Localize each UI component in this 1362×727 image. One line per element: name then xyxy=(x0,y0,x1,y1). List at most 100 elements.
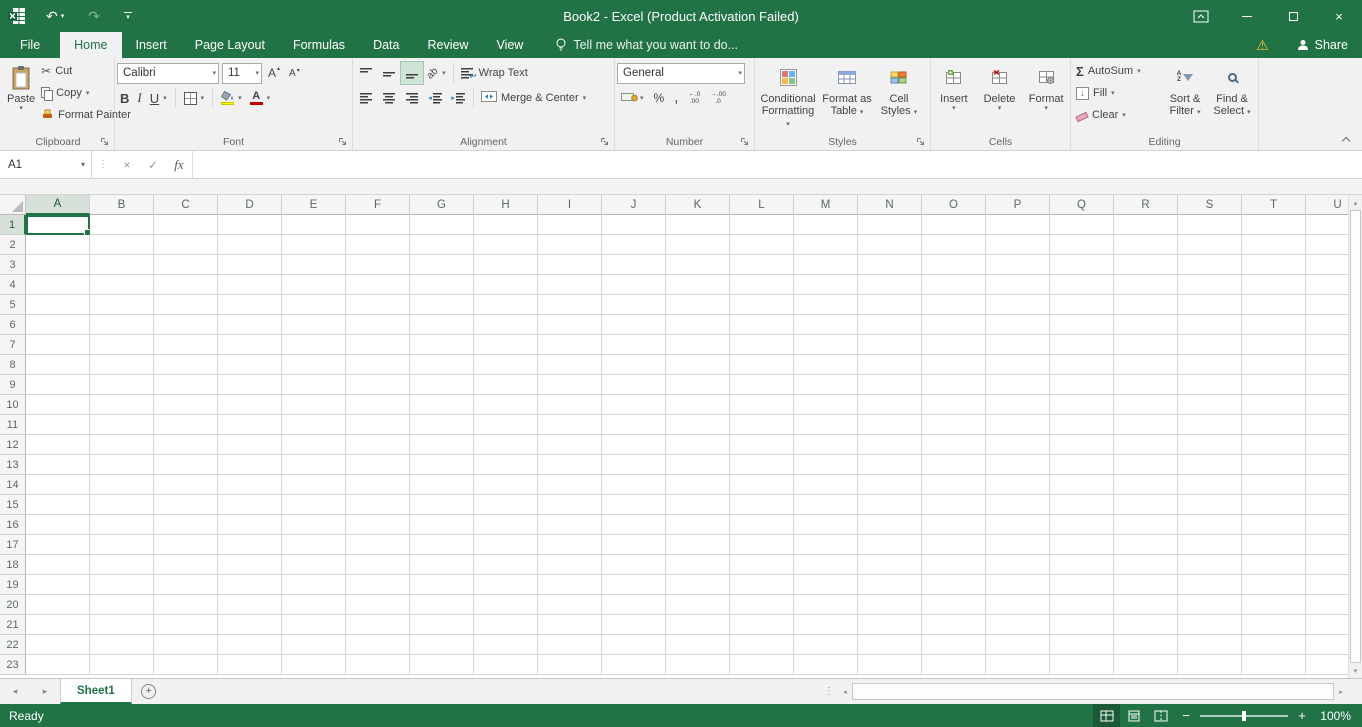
merge-center-button[interactable]: Merge & Center ▾ xyxy=(478,87,589,109)
cell-N16[interactable] xyxy=(858,515,922,535)
cell-L18[interactable] xyxy=(730,555,794,575)
column-header-K[interactable]: K xyxy=(666,195,730,215)
font-size-select[interactable]: 11 ▾ xyxy=(222,62,262,84)
cell-D1[interactable] xyxy=(218,215,282,235)
cell-D15[interactable] xyxy=(218,495,282,515)
cell-O13[interactable] xyxy=(922,455,986,475)
cell-Q18[interactable] xyxy=(1050,555,1114,575)
cell-P2[interactable] xyxy=(986,235,1050,255)
cell-P9[interactable] xyxy=(986,375,1050,395)
cell-Q23[interactable] xyxy=(1050,655,1114,675)
cell-A1[interactable] xyxy=(26,215,91,236)
cell-I1[interactable] xyxy=(538,215,602,235)
cell-R4[interactable] xyxy=(1114,275,1178,295)
bold-button[interactable]: B xyxy=(117,87,132,109)
cell-G6[interactable] xyxy=(410,315,474,335)
row-header-14[interactable]: 14 xyxy=(0,475,26,495)
cell-P18[interactable] xyxy=(986,555,1050,575)
cell-P13[interactable] xyxy=(986,455,1050,475)
share-button[interactable]: Share xyxy=(1283,32,1362,58)
cell-J14[interactable] xyxy=(602,475,666,495)
cell-N2[interactable] xyxy=(858,235,922,255)
cell-M4[interactable] xyxy=(794,275,858,295)
cell-D16[interactable] xyxy=(218,515,282,535)
cell-I23[interactable] xyxy=(538,655,602,675)
cell-R19[interactable] xyxy=(1114,575,1178,595)
cell-N1[interactable] xyxy=(858,215,922,235)
select-all-button[interactable] xyxy=(0,195,26,215)
cell-F14[interactable] xyxy=(346,475,410,495)
cell-A4[interactable] xyxy=(26,275,90,295)
cell-B22[interactable] xyxy=(90,635,154,655)
activation-warning-icon[interactable]: ⚠ xyxy=(1242,37,1283,54)
row-header-13[interactable]: 13 xyxy=(0,455,26,475)
cell-B20[interactable] xyxy=(90,595,154,615)
cell-K19[interactable] xyxy=(666,575,730,595)
cell-P12[interactable] xyxy=(986,435,1050,455)
cell-O1[interactable] xyxy=(922,215,986,235)
cell-T8[interactable] xyxy=(1242,355,1306,375)
cell-G21[interactable] xyxy=(410,615,474,635)
cell-I17[interactable] xyxy=(538,535,602,555)
cell-L11[interactable] xyxy=(730,415,794,435)
cell-H18[interactable] xyxy=(474,555,538,575)
cell-N7[interactable] xyxy=(858,335,922,355)
cell-E20[interactable] xyxy=(282,595,346,615)
normal-view-button[interactable] xyxy=(1093,704,1120,727)
cell-N5[interactable] xyxy=(858,295,922,315)
cell-F15[interactable] xyxy=(346,495,410,515)
cell-O14[interactable] xyxy=(922,475,986,495)
cell-I7[interactable] xyxy=(538,335,602,355)
cell-L12[interactable] xyxy=(730,435,794,455)
cell-H12[interactable] xyxy=(474,435,538,455)
cell-T17[interactable] xyxy=(1242,535,1306,555)
cell-K14[interactable] xyxy=(666,475,730,495)
cell-H15[interactable] xyxy=(474,495,538,515)
cell-L5[interactable] xyxy=(730,295,794,315)
cell-D8[interactable] xyxy=(218,355,282,375)
cell-O21[interactable] xyxy=(922,615,986,635)
cell-M13[interactable] xyxy=(794,455,858,475)
cell-G18[interactable] xyxy=(410,555,474,575)
cell-K12[interactable] xyxy=(666,435,730,455)
delete-cells-button[interactable]: Delete ▾ xyxy=(979,60,1021,132)
formula-input[interactable] xyxy=(192,151,1362,178)
cell-P14[interactable] xyxy=(986,475,1050,495)
number-format-select[interactable]: General ▾ xyxy=(617,62,745,84)
cell-Q20[interactable] xyxy=(1050,595,1114,615)
cell-L23[interactable] xyxy=(730,655,794,675)
tab-insert[interactable]: Insert xyxy=(122,32,181,58)
borders-button[interactable]: ▾ xyxy=(181,87,208,109)
cell-O9[interactable] xyxy=(922,375,986,395)
tab-page-layout[interactable]: Page Layout xyxy=(181,32,279,58)
zoom-out-button[interactable]: − xyxy=(1174,704,1198,727)
cell-T20[interactable] xyxy=(1242,595,1306,615)
cell-I15[interactable] xyxy=(538,495,602,515)
increase-decimal-button[interactable]: ←.0 .00 xyxy=(684,87,704,109)
cell-R21[interactable] xyxy=(1114,615,1178,635)
zoom-in-button[interactable]: + xyxy=(1290,704,1314,727)
tab-formulas[interactable]: Formulas xyxy=(279,32,359,58)
scroll-left-button[interactable]: ◂ xyxy=(838,679,852,704)
cell-D22[interactable] xyxy=(218,635,282,655)
cell-O17[interactable] xyxy=(922,535,986,555)
cell-B23[interactable] xyxy=(90,655,154,675)
cell-P23[interactable] xyxy=(986,655,1050,675)
cell-I13[interactable] xyxy=(538,455,602,475)
cell-J18[interactable] xyxy=(602,555,666,575)
cell-B4[interactable] xyxy=(90,275,154,295)
next-sheet-button[interactable]: ▸ xyxy=(30,679,60,704)
cell-H3[interactable] xyxy=(474,255,538,275)
cell-G15[interactable] xyxy=(410,495,474,515)
cell-R3[interactable] xyxy=(1114,255,1178,275)
cell-J9[interactable] xyxy=(602,375,666,395)
cell-Q19[interactable] xyxy=(1050,575,1114,595)
cell-Q12[interactable] xyxy=(1050,435,1114,455)
cell-M9[interactable] xyxy=(794,375,858,395)
horizontal-scrollbar[interactable]: ◂ ▸ xyxy=(838,679,1348,704)
cell-L10[interactable] xyxy=(730,395,794,415)
cell-H1[interactable] xyxy=(474,215,538,235)
page-layout-view-button[interactable] xyxy=(1120,704,1147,727)
row-header-18[interactable]: 18 xyxy=(0,555,26,575)
cell-P19[interactable] xyxy=(986,575,1050,595)
